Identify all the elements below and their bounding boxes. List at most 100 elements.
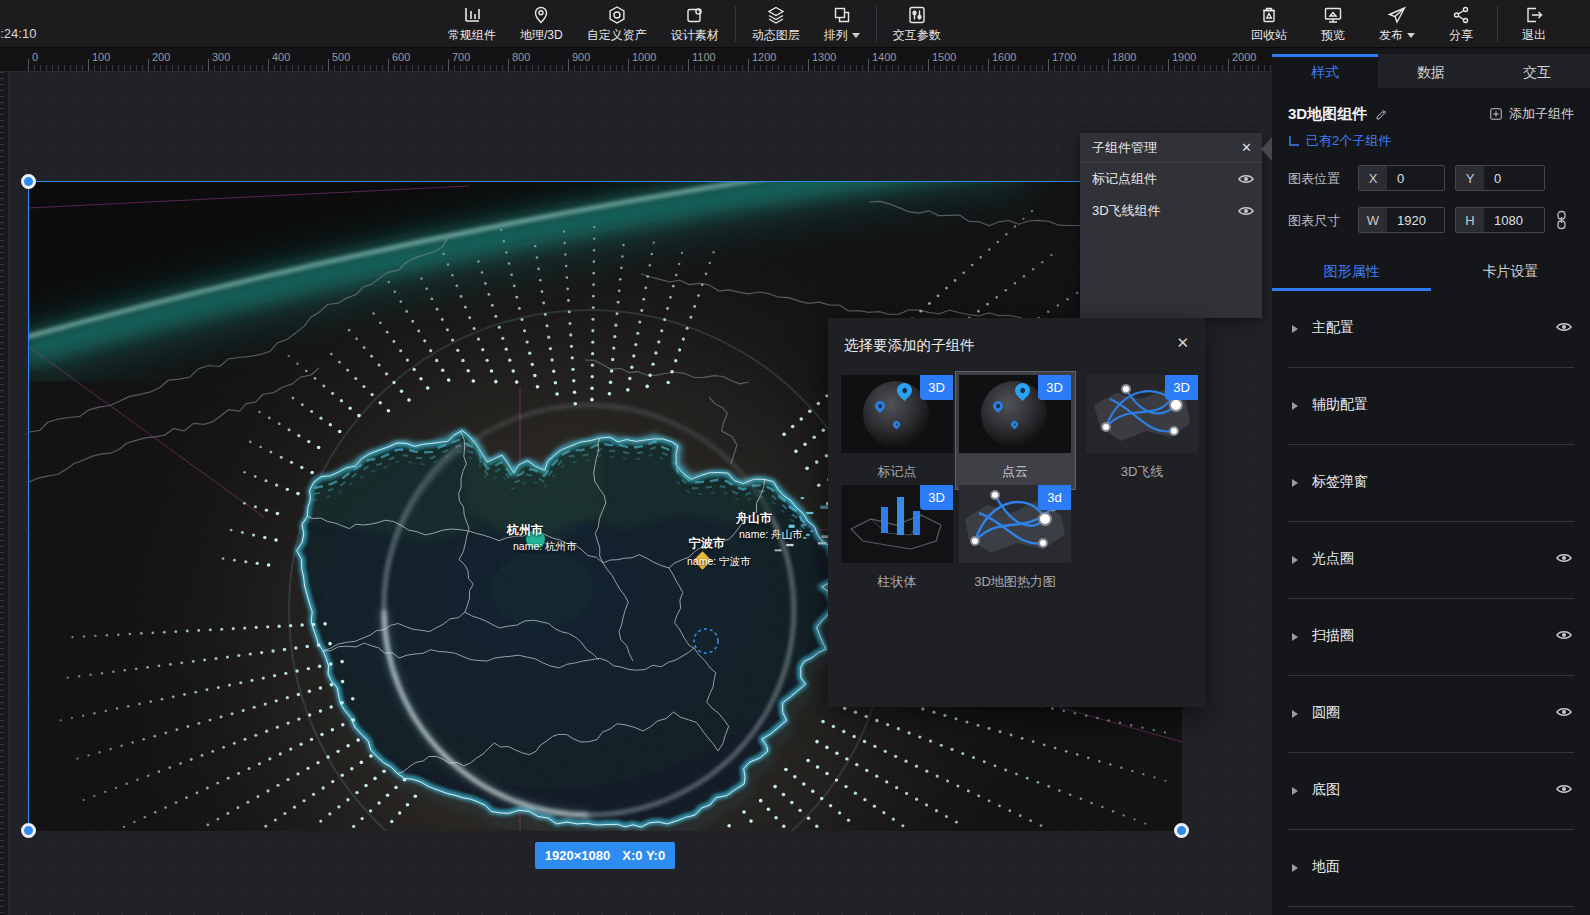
section-1[interactable]: 主配置: [1272, 291, 1590, 368]
topbar: 4:24:10 常规组件 地理/3D 自定义资产 设计素材 动态图层: [0, 0, 1590, 48]
add-subcomponent-button[interactable]: 添加子组件: [1489, 105, 1574, 123]
close-icon[interactable]: ✕: [1241, 140, 1252, 155]
ruler-label: 400: [272, 51, 290, 63]
ruler-label: 1200: [752, 51, 776, 63]
selection-handle-bottom-right[interactable]: [1174, 823, 1189, 838]
thumbnail-globe-pins: 3D: [841, 375, 953, 453]
map-sublabel-ningbo: name: 宁波市: [687, 553, 751, 569]
card-point-cloud[interactable]: 3D 点云: [959, 375, 1071, 481]
edit-pencil-icon[interactable]: [1375, 107, 1389, 121]
toolbar-item-preview[interactable]: 预览: [1301, 0, 1365, 48]
sliders-icon: [907, 5, 927, 25]
subcomponent-item-flyline[interactable]: 3D飞线组件: [1080, 195, 1262, 227]
size-h-field[interactable]: H 1080: [1455, 207, 1545, 233]
share-icon: [1451, 5, 1471, 25]
card-3d-flyline[interactable]: 3D 3D飞线: [1086, 375, 1198, 481]
toolbar-item-dynamic-layers[interactable]: 动态图层: [740, 0, 812, 48]
map-sublabel-zhoushan: name: 舟山市: [739, 526, 803, 542]
chevron-right-icon: [1292, 787, 1298, 795]
badge-3d: 3D: [920, 485, 953, 510]
ruler-label: 1000: [632, 51, 656, 63]
add-subcomponent-modal: 选择要添加的子组件 ✕ 3D 标记点 3D 点云: [828, 318, 1205, 707]
toolbar-item-share[interactable]: 分享: [1429, 0, 1493, 48]
subcomponent-item-marker[interactable]: 标记点组件: [1080, 163, 1262, 195]
thumbnail-flyline-map: 3D: [1086, 375, 1198, 453]
toolbar-item-exit[interactable]: 退出: [1502, 0, 1566, 48]
ruler-label: 1700: [1052, 51, 1076, 63]
subtab-graphic-props[interactable]: 图形属性: [1272, 253, 1431, 291]
ruler-label: 1800: [1112, 51, 1136, 63]
tab-interaction[interactable]: 交互: [1484, 54, 1590, 88]
card-3d-bars[interactable]: 3D 柱状体: [841, 485, 953, 591]
toolbar-divider: [1497, 6, 1498, 42]
exit-icon: [1524, 5, 1544, 25]
toolbar-item-publish[interactable]: 发布: [1365, 0, 1429, 48]
tab-data[interactable]: 数据: [1378, 54, 1484, 88]
card-3d-heatmap[interactable]: 3d 3D地图热力图: [959, 485, 1071, 591]
eye-icon[interactable]: [1556, 629, 1572, 641]
subcomponent-count-link[interactable]: 已有2个子组件: [1288, 133, 1574, 149]
chevron-right-icon: [1292, 325, 1298, 333]
map-label-zhoushan: 舟山市: [736, 510, 772, 527]
component-title: 3D地图组件: [1288, 105, 1367, 124]
selection-size-badge: 1920×1080X:0 Y:0: [535, 842, 675, 869]
badge-3d: 3D: [1165, 375, 1198, 400]
section-3[interactable]: 标签弹窗: [1272, 445, 1590, 522]
toolbar-item-interaction-params[interactable]: 交互参数: [881, 0, 953, 48]
toolbar-item-common-components[interactable]: 常规组件: [436, 0, 508, 48]
subtab-card-settings[interactable]: 卡片设置: [1431, 253, 1590, 291]
right-settings-panel: 样式 数据 交互 3D地图组件 添加子组件 已有2个子组件 图表位置 X 0: [1272, 48, 1590, 915]
subcomponent-manager-panel: 子组件管理 ✕ 标记点组件 3D飞线组件: [1080, 133, 1262, 318]
selection-handle-bottom-left[interactable]: [21, 823, 36, 838]
ruler-label: 1400: [872, 51, 896, 63]
size-w-field[interactable]: W 1920: [1358, 207, 1445, 233]
eye-icon[interactable]: [1556, 706, 1572, 718]
map-label-hangzhou: 杭州市: [507, 522, 543, 539]
modal-title: 选择要添加的子组件: [844, 336, 975, 355]
toolbar-divider: [876, 6, 877, 42]
ruler-label: 1500: [932, 51, 956, 63]
eye-icon[interactable]: [1238, 173, 1254, 185]
section-4[interactable]: 光点圈: [1272, 522, 1590, 599]
section-7[interactable]: 底图: [1272, 753, 1590, 830]
eye-icon[interactable]: [1556, 552, 1572, 564]
badge-3d: 3D: [920, 375, 953, 400]
tab-style[interactable]: 样式: [1272, 54, 1378, 88]
thumbnail-heatmap-map: 3d: [959, 485, 1071, 563]
ruler-label: 0: [32, 51, 38, 63]
chevron-right-icon: [1292, 710, 1298, 718]
toolbar-item-arrange[interactable]: 排列: [812, 0, 872, 48]
toolbar-item-geo-3d[interactable]: 地理/3D: [508, 0, 575, 48]
section-divider: [1288, 906, 1574, 907]
image-icon: [685, 5, 705, 25]
trash-icon: [1259, 5, 1279, 25]
ruler-label: 1100: [692, 51, 716, 63]
eye-icon[interactable]: [1556, 321, 1572, 333]
ruler-label: 300: [212, 51, 230, 63]
card-marker-point[interactable]: 3D 标记点: [841, 375, 953, 481]
toolbar-item-recycle-bin[interactable]: 回收站: [1237, 0, 1301, 48]
section-6[interactable]: 圆圈: [1272, 676, 1590, 753]
eye-icon[interactable]: [1238, 205, 1254, 217]
ruler-label: 700: [452, 51, 470, 63]
eye-icon[interactable]: [1556, 783, 1572, 795]
selection-handle-top-left[interactable]: [21, 174, 36, 189]
vertical-ruler: [0, 72, 9, 915]
caret-down-icon: [852, 33, 860, 38]
arrange-icon: [832, 5, 852, 25]
chevron-right-icon: [1292, 479, 1298, 487]
link-lock-icon[interactable]: [1555, 210, 1568, 230]
section-8[interactable]: 地面: [1272, 830, 1590, 907]
section-5[interactable]: 扫描圈: [1272, 599, 1590, 676]
close-icon[interactable]: ✕: [1176, 334, 1189, 352]
ruler-label: 800: [512, 51, 530, 63]
badge-3d: 3D: [1038, 375, 1071, 400]
map-sublabel-hangzhou: name: 杭州市: [513, 538, 577, 554]
toolbar-item-custom-assets[interactable]: 自定义资产: [575, 0, 659, 48]
bar-chart-icon: [462, 5, 482, 25]
toolbar-item-design-material[interactable]: 设计素材: [659, 0, 731, 48]
position-y-field[interactable]: Y 0: [1455, 165, 1545, 191]
horizontal-ruler: 0100200300400500600700800900100011001200…: [0, 48, 1272, 72]
position-x-field[interactable]: X 0: [1358, 165, 1445, 191]
section-2[interactable]: 辅助配置: [1272, 368, 1590, 445]
